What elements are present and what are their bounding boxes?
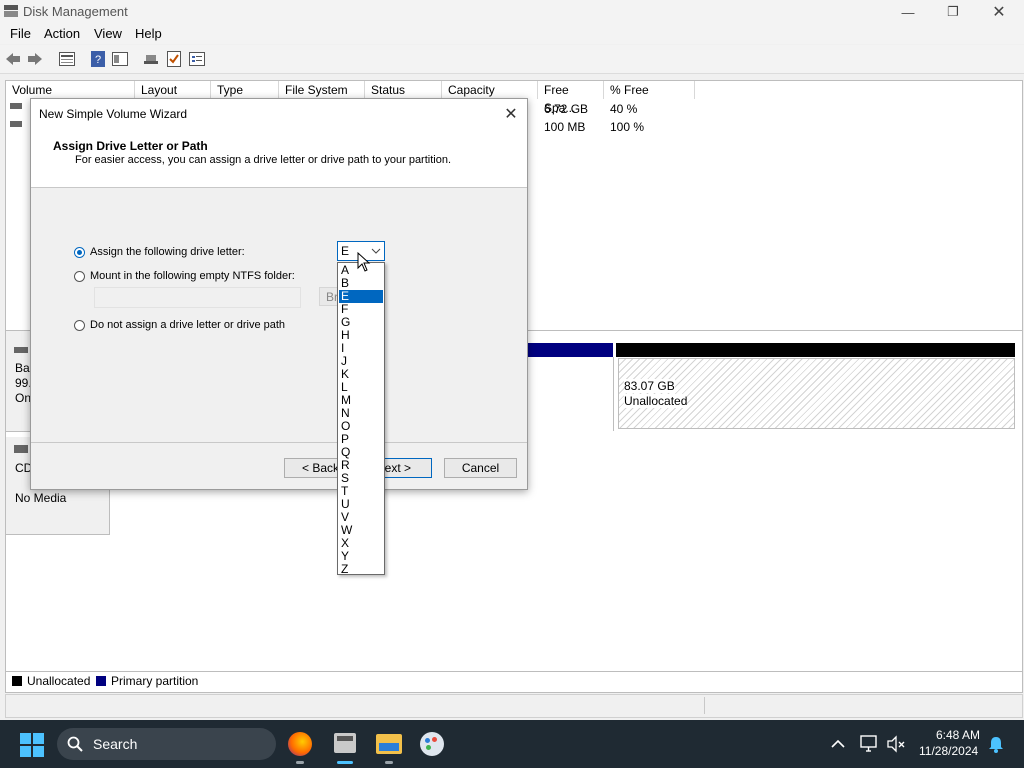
restore-button[interactable]: ❐ bbox=[930, 0, 976, 24]
menu-view[interactable]: View bbox=[94, 26, 122, 41]
toolbar: ? bbox=[0, 45, 1024, 74]
mount-folder-input[interactable] bbox=[94, 287, 301, 308]
wizard-header: Assign Drive Letter or Path For easier a… bbox=[31, 129, 527, 188]
disk-management-icon bbox=[4, 5, 18, 17]
legend: Unallocated Primary partition bbox=[5, 671, 1023, 693]
active-app-indicator bbox=[337, 761, 353, 764]
wizard-subheading: For easier access, you can assign a driv… bbox=[75, 154, 452, 166]
clock-time[interactable]: 6:48 AM bbox=[936, 728, 980, 742]
forward-arrow-icon[interactable] bbox=[26, 50, 44, 68]
drive-letter-option-h[interactable]: H bbox=[339, 329, 383, 342]
no-letter-radio[interactable] bbox=[74, 320, 85, 331]
row2-free-space: 100 MB bbox=[544, 120, 586, 134]
drive-letter-value: E bbox=[341, 244, 350, 258]
wizard-title-bar: New Simple Volume Wizard ✕ bbox=[31, 99, 527, 129]
disk-icon bbox=[14, 347, 28, 353]
row1-free-space: 6.72 GB bbox=[544, 102, 589, 116]
assign-letter-label: Assign the following drive letter: bbox=[90, 246, 245, 258]
taskbar-search-box[interactable]: Search bbox=[57, 728, 276, 760]
network-icon[interactable] bbox=[860, 735, 880, 753]
col-layout[interactable]: Layout bbox=[135, 81, 211, 99]
clock-date[interactable]: 11/28/2024 bbox=[919, 744, 978, 758]
properties-icon[interactable] bbox=[58, 50, 76, 68]
status-bar bbox=[5, 694, 1023, 718]
no-letter-label: Do not assign a drive letter or drive pa… bbox=[90, 319, 286, 331]
assign-letter-radio[interactable] bbox=[74, 247, 85, 258]
col-percent-free[interactable]: % Free bbox=[604, 81, 695, 99]
legend-unallocated: Unallocated bbox=[27, 674, 91, 688]
firefox-icon[interactable] bbox=[288, 732, 312, 756]
firefox-running-indicator bbox=[296, 761, 304, 764]
drive-letter-option-z[interactable]: Z bbox=[339, 563, 383, 576]
legend-swatch-unallocated bbox=[12, 676, 22, 686]
unallocated-label: Unallocated bbox=[624, 394, 688, 408]
volume-muted-icon[interactable] bbox=[886, 735, 906, 753]
row2-percent-free: 100 % bbox=[610, 120, 645, 134]
rescan-icon[interactable] bbox=[142, 50, 160, 68]
paint-app-icon[interactable] bbox=[420, 732, 444, 756]
menu-file[interactable]: File bbox=[10, 26, 31, 41]
col-status[interactable]: Status bbox=[365, 81, 442, 99]
primary-partition-bar bbox=[526, 343, 613, 357]
wizard-close-button[interactable]: ✕ bbox=[497, 102, 525, 126]
taskbar-search-label: Search bbox=[93, 736, 138, 752]
mount-folder-radio[interactable] bbox=[74, 271, 85, 282]
title-bar: Disk Management — ❐ ✕ bbox=[0, 0, 1024, 24]
wizard-divider bbox=[31, 442, 527, 443]
wizard-heading: Assign Drive Letter or Path bbox=[53, 139, 208, 153]
col-type[interactable]: Type bbox=[211, 81, 279, 99]
back-arrow-icon[interactable] bbox=[4, 50, 22, 68]
drive-letter-list: ABEFGHIJKLMNOPQRSTUVWXYZ bbox=[337, 262, 385, 576]
col-capacity[interactable]: Capacity bbox=[442, 81, 538, 99]
unallocated-bar bbox=[616, 343, 1015, 357]
window-title: Disk Management bbox=[23, 4, 128, 19]
explorer-running-indicator bbox=[385, 761, 393, 764]
cd-drive-icon bbox=[14, 445, 28, 453]
menu-bar: File Action View Help bbox=[0, 24, 1024, 44]
disk0-status: On bbox=[15, 391, 32, 405]
help-icon[interactable]: ? bbox=[89, 50, 107, 68]
menu-help[interactable]: Help bbox=[135, 26, 162, 41]
chevron-up-icon[interactable] bbox=[831, 739, 845, 748]
minimize-button[interactable]: — bbox=[885, 0, 931, 24]
svg-text:?: ? bbox=[95, 54, 101, 66]
start-windows-icon[interactable] bbox=[20, 733, 44, 757]
check-icon[interactable] bbox=[165, 50, 183, 68]
taskbar: Search 6:48 AM 11/28/2024 bbox=[0, 720, 1024, 768]
mouse-cursor-icon bbox=[357, 252, 371, 272]
primary-partition[interactable] bbox=[526, 357, 614, 431]
col-free-space[interactable]: Free Spa... bbox=[538, 81, 604, 115]
notification-bell-icon[interactable] bbox=[988, 736, 1004, 753]
unallocated-region[interactable]: 83.07 GB Unallocated bbox=[618, 358, 1015, 429]
wizard-title: New Simple Volume Wizard bbox=[39, 107, 188, 121]
cancel-button[interactable]: Cancel bbox=[444, 458, 517, 478]
drive-icon bbox=[10, 103, 22, 109]
file-explorer-icon[interactable] bbox=[376, 734, 402, 754]
legend-primary: Primary partition bbox=[111, 674, 199, 688]
row1-percent-free: 40 % bbox=[610, 102, 638, 116]
mount-folder-label: Mount in the following empty NTFS folder… bbox=[90, 270, 295, 282]
unallocated-size: 83.07 GB bbox=[624, 379, 675, 393]
status-divider bbox=[704, 697, 705, 714]
chevron-down-icon bbox=[371, 248, 381, 254]
search-icon bbox=[67, 736, 83, 752]
col-file-system[interactable]: File System bbox=[279, 81, 365, 99]
settings-list-icon[interactable] bbox=[188, 50, 206, 68]
legend-swatch-primary bbox=[96, 676, 106, 686]
col-volume[interactable]: Volume bbox=[6, 81, 135, 99]
view-icon[interactable] bbox=[111, 50, 129, 68]
disk-management-taskbar-icon[interactable] bbox=[334, 733, 356, 753]
menu-action[interactable]: Action bbox=[44, 26, 80, 41]
drive-icon bbox=[10, 121, 22, 127]
close-button[interactable]: ✕ bbox=[976, 0, 1022, 24]
cdrom-media: No Media bbox=[15, 491, 67, 505]
new-simple-volume-wizard: New Simple Volume Wizard ✕ Assign Drive … bbox=[30, 98, 528, 490]
